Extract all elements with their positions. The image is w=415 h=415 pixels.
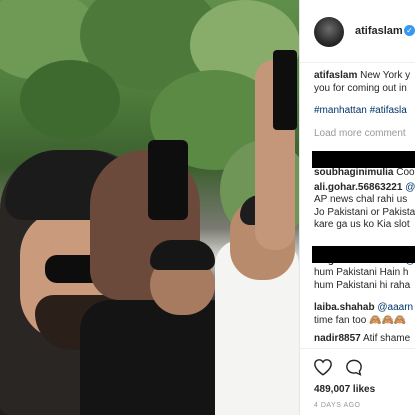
comment-text: Jo Pakistani or Pakista [314,206,415,218]
comment-text: time fan too 🙈🙈🙈 [314,314,407,326]
comment-mention[interactable]: @ [405,182,415,193]
comment-5: nadir8857 Atif shame [314,333,415,346]
comment-mention[interactable]: @aaarn [377,302,413,313]
post-timestamp: 4 DAYS AGO [314,402,361,409]
post-sidebar: atifaslam atifaslam New York y you for c… [300,0,415,415]
load-more-comments[interactable]: Load more comment [314,128,415,141]
heart-icon[interactable] [313,358,333,381]
caption-text: New York y [360,70,411,81]
comment-1: soubhaginimulia Coo [314,167,415,180]
comment-4: laiba.shahab @aaarn time fan too 🙈🙈🙈 [314,302,415,327]
comment-text: Coo [396,167,415,178]
hashtags[interactable]: #manhattan #atifasla [314,105,415,118]
comment-text: Atif shame [362,333,411,344]
username-link[interactable]: atifaslam [355,25,403,37]
redaction-bar [312,246,415,263]
comment-text: AP news chal rahi us [314,194,408,205]
comment-user[interactable]: ali.gohar.56863221 [314,182,402,193]
caption-user[interactable]: atifaslam [314,70,357,81]
likes-count[interactable]: 489,007 likes [314,384,375,395]
comment-2: ali.gohar.56863221 @ AP news chal rahi u… [314,182,415,232]
avatar[interactable] [314,17,344,47]
comment-icon[interactable] [344,358,364,382]
comment-text: kare ga us ko Kia slot [314,219,410,230]
caption: atifaslam New York y you for coming out … [314,70,415,95]
comments-list: atifaslam New York y you for coming out … [314,70,415,346]
post-photo[interactable] [0,0,299,415]
comment-user[interactable]: nadir8857 [314,333,361,344]
post-header: atifaslam [300,0,415,63]
caption-text-2: you for coming out in [314,82,407,94]
comment-text: hum Pakistani Hain h [314,267,409,278]
action-bar [300,348,415,376]
comment-text: hum Pakistani hi raha [314,279,411,291]
verified-icon: ✓ [404,25,415,36]
comment-user[interactable]: laiba.shahab [314,302,375,313]
redaction-bar [312,151,415,168]
comment-user[interactable]: soubhaginimulia [314,167,393,178]
